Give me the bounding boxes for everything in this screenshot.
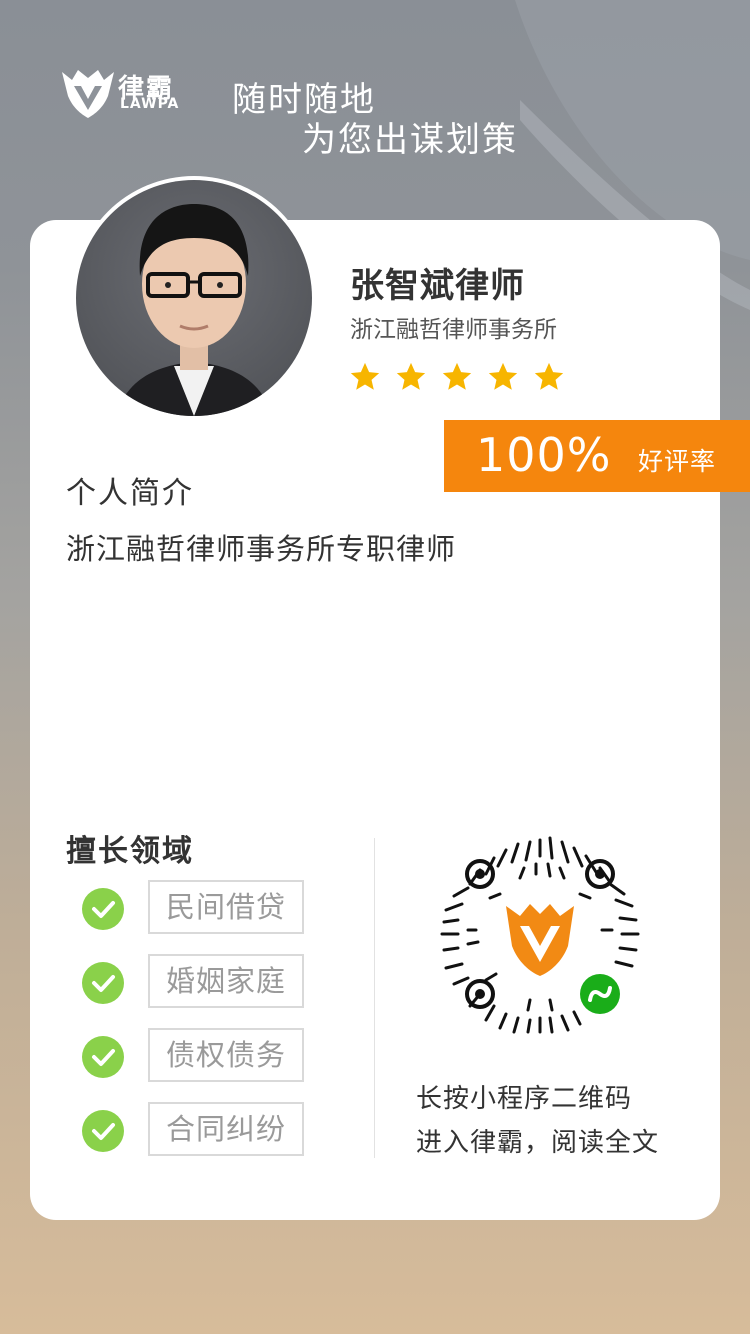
check-icon [82, 1036, 124, 1078]
expertise-tag: 合同纠纷 [148, 1102, 304, 1156]
check-icon [82, 888, 124, 930]
expertise-item: 债权债务 [82, 1028, 342, 1086]
expertise-item: 合同纠纷 [82, 1102, 342, 1160]
share-poster: 律霸 LAWPA 随时随地 为您出谋划策 张智斌律师 浙江融哲律师事务所 100… [0, 0, 750, 1334]
lawpa-shield-v-icon [62, 70, 114, 118]
star-icon [396, 362, 426, 390]
expertise-tag: 民间借贷 [148, 880, 304, 934]
rating-stars [348, 360, 566, 394]
expertise-item: 民间借贷 [82, 880, 342, 938]
lawyer-name: 张智斌律师 [350, 266, 525, 306]
star-icon [350, 362, 380, 390]
rating-percent: 100% [476, 428, 612, 482]
intro-text: 浙江融哲律师事务所专职律师 [66, 532, 457, 566]
mini-program-qr-code[interactable] [440, 834, 640, 1034]
brand-name-en: LAWPA [120, 96, 180, 112]
intro-title: 个人简介 [66, 476, 194, 511]
divider [374, 838, 375, 1158]
slogan-line-2: 为您出谋划策 [302, 120, 518, 160]
check-icon [82, 962, 124, 1004]
check-icon [82, 1110, 124, 1152]
qr-hint-line-1: 长按小程序二维码 [416, 1084, 633, 1114]
avatar [72, 176, 316, 420]
lawyer-firm: 浙江融哲律师事务所 [350, 317, 557, 343]
rating-badge: 100% 好评率 [444, 420, 750, 492]
expertise-item: 婚姻家庭 [82, 954, 342, 1012]
brand-logo: 律霸 LAWPA [58, 66, 188, 120]
star-icon [534, 362, 564, 390]
qr-hint-line-2: 进入律霸，阅读全文 [416, 1128, 660, 1158]
star-icon [488, 362, 518, 390]
expertise-tag: 婚姻家庭 [148, 954, 304, 1008]
expertise-tag: 债权债务 [148, 1028, 304, 1082]
rating-label: 好评率 [638, 447, 717, 476]
star-icon [442, 362, 472, 390]
lawyer-portrait [116, 204, 272, 416]
expertise-title: 擅长领域 [66, 834, 194, 869]
